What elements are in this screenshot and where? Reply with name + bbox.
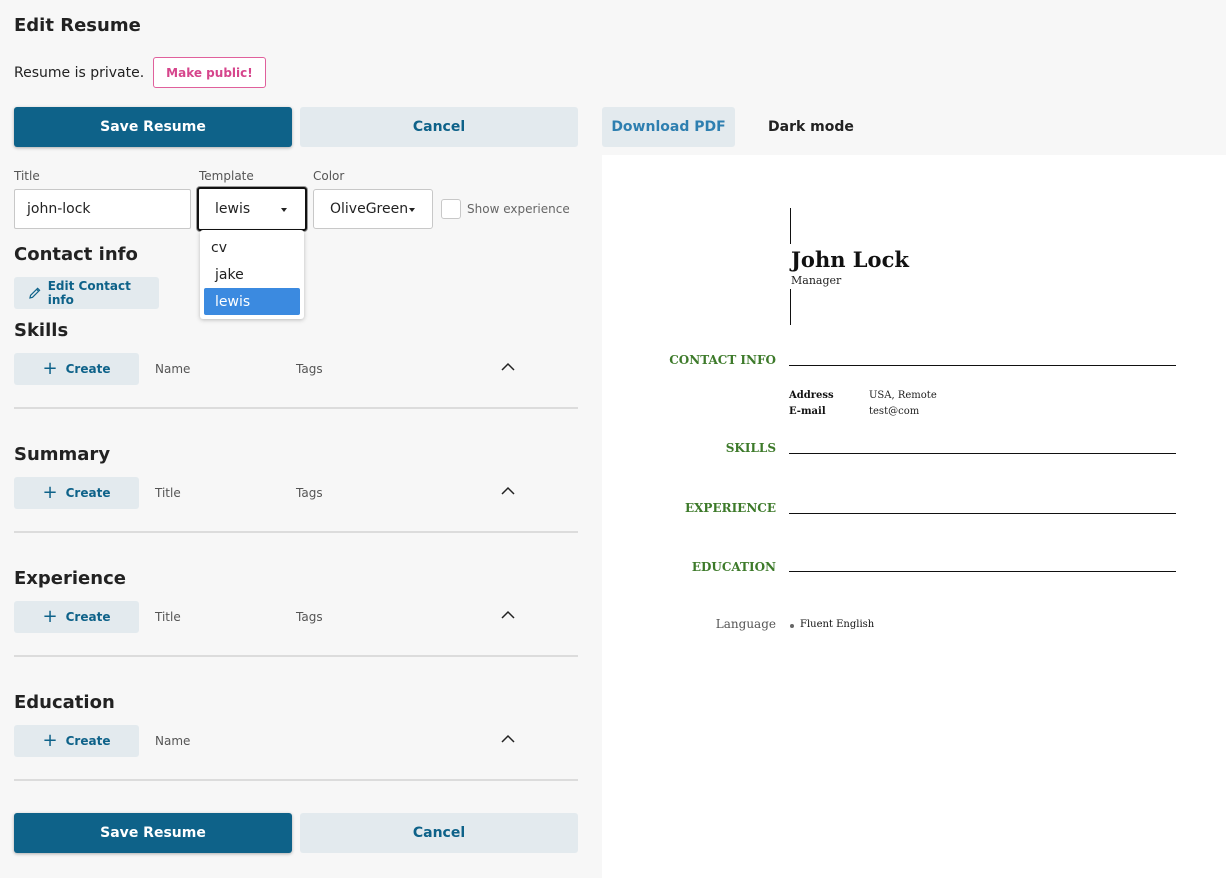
preview-heading-contact: CONTACT INFO xyxy=(669,353,776,367)
skills-col-tags: Tags xyxy=(296,362,323,376)
experience-col-tags: Tags xyxy=(296,610,323,624)
chevron-up-icon[interactable] xyxy=(500,734,516,744)
plus-icon: + xyxy=(42,482,58,503)
show-experience-checkbox[interactable] xyxy=(441,199,461,219)
contact-key-email: E-mail xyxy=(789,406,826,417)
privacy-status: Resume is private. xyxy=(14,64,145,81)
color-label: Color xyxy=(313,169,345,183)
chevron-down-icon xyxy=(409,208,415,212)
heading-rule xyxy=(789,453,1176,454)
preview-heading-skills: SKILLS xyxy=(725,441,776,455)
experience-title: Experience xyxy=(14,568,126,589)
template-select[interactable]: lewis xyxy=(197,187,307,231)
header-line xyxy=(790,208,791,244)
experience-col-title: Title xyxy=(155,610,181,624)
color-select[interactable]: OliveGreen xyxy=(313,189,433,229)
language-label: Language xyxy=(715,617,776,631)
preview-heading-experience: EXPERIENCE xyxy=(684,501,776,515)
edit-contact-info-label: Edit Contact info xyxy=(47,279,131,307)
preview-role: Manager xyxy=(791,274,842,287)
pencil-icon xyxy=(29,287,41,299)
heading-rule xyxy=(789,513,1176,514)
summary-title: Summary xyxy=(14,444,111,465)
save-resume-button-bottom[interactable]: Save Resume xyxy=(14,813,292,853)
education-title: Education xyxy=(14,692,115,713)
plus-icon: + xyxy=(42,730,58,751)
template-option-cv[interactable]: cv xyxy=(204,234,300,261)
cancel-button[interactable]: Cancel xyxy=(300,107,578,147)
summary-create-button[interactable]: + Create xyxy=(14,477,139,509)
contact-value-email: test@com xyxy=(869,406,920,417)
save-resume-button[interactable]: Save Resume xyxy=(14,107,292,147)
template-label: Template xyxy=(199,169,254,183)
summary-col-title: Title xyxy=(155,486,181,500)
download-pdf-button[interactable]: Download PDF xyxy=(602,107,735,147)
preview-heading-education: EDUCATION xyxy=(691,560,776,574)
section-divider xyxy=(14,655,578,657)
chevron-up-icon[interactable] xyxy=(500,610,516,620)
contact-info-title: Contact info xyxy=(14,244,138,265)
education-col-name: Name xyxy=(155,734,191,748)
preview-toolbar: Download PDF Dark mode xyxy=(602,107,854,147)
template-option-lewis[interactable]: lewis xyxy=(204,288,300,315)
chevron-down-icon xyxy=(281,208,287,212)
create-label: Create xyxy=(65,362,111,376)
heading-rule xyxy=(789,365,1176,366)
cancel-button-bottom[interactable]: Cancel xyxy=(300,813,578,853)
section-divider xyxy=(14,779,578,781)
edit-contact-info-button[interactable]: Edit Contact info xyxy=(14,277,159,309)
skills-col-name: Name xyxy=(155,362,191,376)
skills-title: Skills xyxy=(14,320,69,341)
dark-mode-toggle[interactable]: Dark mode xyxy=(768,119,854,135)
title-input[interactable]: john-lock xyxy=(14,189,191,229)
color-value: OliveGreen xyxy=(330,201,409,217)
create-label: Create xyxy=(65,734,111,748)
template-dropdown: cv jake lewis xyxy=(200,230,304,319)
preview-name: John Lock xyxy=(791,247,909,272)
plus-icon: + xyxy=(42,358,58,379)
education-create-button[interactable]: + Create xyxy=(14,725,139,757)
skills-create-button[interactable]: + Create xyxy=(14,353,139,385)
bullet-icon xyxy=(790,624,794,628)
header-line xyxy=(790,289,791,325)
contact-key-address: Address xyxy=(789,390,834,401)
section-divider xyxy=(14,407,578,409)
contact-value-address: USA, Remote xyxy=(869,390,937,401)
create-label: Create xyxy=(65,610,111,624)
plus-icon: + xyxy=(42,606,58,627)
privacy-row: Resume is private. Make public! xyxy=(14,57,266,88)
resume-preview: John Lock Manager CONTACT INFO Address U… xyxy=(602,155,1226,878)
heading-rule xyxy=(789,571,1176,572)
template-value: lewis xyxy=(215,201,251,217)
section-divider xyxy=(14,531,578,533)
chevron-up-icon[interactable] xyxy=(500,362,516,372)
show-experience-toggle[interactable]: Show experience xyxy=(441,199,570,219)
language-value: Fluent English xyxy=(800,619,875,630)
title-label: Title xyxy=(14,169,40,183)
create-label: Create xyxy=(65,486,111,500)
chevron-up-icon[interactable] xyxy=(500,486,516,496)
show-experience-label: Show experience xyxy=(467,202,570,216)
make-public-button[interactable]: Make public! xyxy=(153,57,266,88)
page-title: Edit Resume xyxy=(14,15,141,36)
summary-col-tags: Tags xyxy=(296,486,323,500)
template-option-jake[interactable]: jake xyxy=(204,261,300,288)
experience-create-button[interactable]: + Create xyxy=(14,601,139,633)
